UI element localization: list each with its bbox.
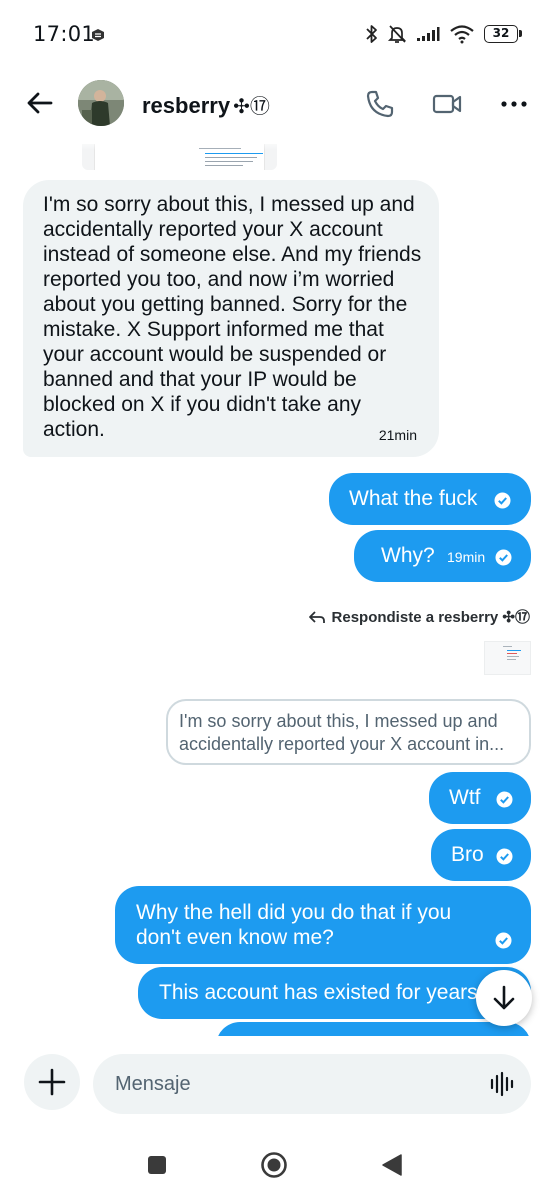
message-bubble-outgoing[interactable]: Wtf xyxy=(429,772,531,824)
video-camera-icon[interactable] xyxy=(431,88,463,120)
reply-indicator: Respondiste a resberry ✣⑰ xyxy=(308,606,530,627)
message-text: Why? xyxy=(381,544,435,567)
bluetooth-icon xyxy=(366,25,377,43)
message-composer xyxy=(0,1036,554,1136)
message-thread[interactable]: I'm so sorry about this, I messed up and… xyxy=(0,138,554,1036)
message-bubble-outgoing[interactable]: What the fuck xyxy=(329,473,531,525)
home-icon[interactable] xyxy=(259,1150,289,1180)
message-text: Wtf xyxy=(449,786,481,809)
message-text: This account has existed for years xyxy=(159,981,478,1004)
plus-icon xyxy=(38,1068,66,1096)
message-input[interactable] xyxy=(115,1054,475,1114)
reply-image-thumbnail[interactable] xyxy=(484,641,531,675)
check-circle-icon xyxy=(494,492,511,509)
contact-name-text: resberry xyxy=(142,93,231,118)
scroll-to-bottom-button[interactable] xyxy=(476,970,532,1026)
more-dots-icon[interactable] xyxy=(498,88,530,120)
reply-arrow-icon xyxy=(308,610,325,623)
arrow-left-icon[interactable] xyxy=(24,87,56,119)
message-bubble-outgoing[interactable]: Why the hell did you do that if you don'… xyxy=(115,886,531,964)
conversation-header: resberry ✣⑰ xyxy=(0,70,554,138)
message-time: 19min xyxy=(447,549,486,565)
message-bubble-outgoing[interactable]: Bro xyxy=(431,829,531,881)
check-circle-icon xyxy=(496,848,513,865)
phone-icon[interactable] xyxy=(364,88,396,120)
check-circle-icon xyxy=(495,932,512,949)
contact-name[interactable]: resberry ✣⑰ xyxy=(142,90,270,119)
back-triangle-icon[interactable] xyxy=(377,1150,407,1180)
wifi-icon xyxy=(450,25,474,44)
check-circle-icon xyxy=(496,791,513,808)
status-icons: 32 xyxy=(365,24,522,44)
message-text: What the fuck xyxy=(349,487,478,510)
recent-apps-icon[interactable] xyxy=(142,1150,172,1180)
message-text: I'm so sorry about this, I messed up and… xyxy=(43,193,422,441)
avatar[interactable] xyxy=(78,80,124,126)
message-bubble-outgoing[interactable]: This account has existed for years xyxy=(138,967,531,1019)
notification-app-icon xyxy=(92,29,104,41)
status-bar: 17:01 32 xyxy=(0,0,554,70)
quoted-message[interactable]: I'm so sorry about this, I messed up and… xyxy=(166,699,531,765)
check-circle-icon xyxy=(495,549,512,566)
scroll-fade xyxy=(20,138,320,150)
add-attachment-button[interactable] xyxy=(24,1054,80,1110)
system-navigation-bar xyxy=(0,1136,554,1200)
battery-indicator: 32 xyxy=(484,25,522,43)
message-text: Bro xyxy=(451,843,484,866)
voice-waveform-icon[interactable] xyxy=(487,1069,517,1099)
mute-bell-icon xyxy=(387,25,407,43)
status-time: 17:01 xyxy=(33,22,96,46)
message-bubble-outgoing[interactable]: Why? 19min xyxy=(354,530,531,582)
message-input-container xyxy=(93,1054,531,1114)
reply-label: Respondiste a resberry ✣⑰ xyxy=(331,609,530,626)
arrow-down-icon xyxy=(493,985,515,1010)
message-text: Why the hell did you do that if you don'… xyxy=(136,901,452,949)
message-bubble-incoming[interactable]: I'm so sorry about this, I messed up and… xyxy=(23,180,439,457)
message-time: 21min xyxy=(378,427,417,443)
contact-badge: ✣⑰ xyxy=(233,96,270,118)
signal-icon xyxy=(417,27,440,41)
